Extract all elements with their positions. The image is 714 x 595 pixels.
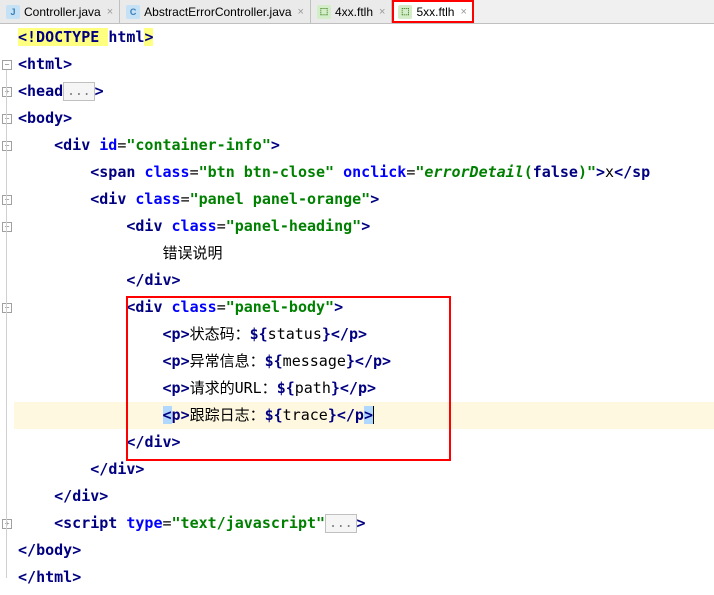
code-line: <div id="container-info"> (14, 132, 714, 159)
fold-marker[interactable]: − (2, 114, 12, 124)
code-line: <p>异常信息：${message}</p> (14, 348, 714, 375)
tab-label: 4xx.ftlh (335, 5, 373, 19)
fold-placeholder[interactable]: ... (63, 82, 94, 101)
code-line: <p>状态码：${status}</p> (14, 321, 714, 348)
code-line: <head...> (14, 78, 714, 105)
close-icon[interactable]: × (298, 6, 304, 18)
fold-marker[interactable]: − (2, 60, 12, 70)
code-line: </div> (14, 429, 714, 456)
code-line: <script type="text/javascript"...> (14, 510, 714, 537)
text-caret (373, 406, 374, 424)
fold-placeholder[interactable]: ... (325, 514, 356, 533)
fold-marker[interactable]: − (2, 195, 12, 205)
tab-4xx-ftlh[interactable]: ⬚ 4xx.ftlh × (311, 0, 392, 23)
ftlh-file-icon: ⬚ (317, 5, 331, 19)
code-editor[interactable]: <!DOCTYPE html> <html> <head...> <body> … (14, 24, 714, 595)
tab-5xx-ftlh[interactable]: ⬚ 5xx.ftlh × (392, 0, 473, 23)
fold-marker[interactable]: + (2, 519, 12, 529)
code-line: <p>请求的URL：${path}</p> (14, 375, 714, 402)
code-line: <div class="panel panel-orange"> (14, 186, 714, 213)
code-line: 错误说明 (14, 240, 714, 267)
fold-gutter: − + − − − − − + (0, 24, 14, 595)
tab-label: Controller.java (24, 5, 101, 19)
close-icon[interactable]: × (379, 6, 385, 18)
fold-marker[interactable]: + (2, 87, 12, 97)
code-line: <!DOCTYPE html> (14, 24, 714, 51)
code-line: <div class="panel-body"> (14, 294, 714, 321)
java-file-icon: J (6, 5, 20, 19)
tab-controller-java[interactable]: J Controller.java × (0, 0, 120, 23)
code-line: <html> (14, 51, 714, 78)
fold-marker[interactable]: − (2, 141, 12, 151)
close-icon[interactable]: × (460, 6, 466, 18)
code-line-current: <p>跟踪日志：${trace}</p> (14, 402, 714, 429)
tab-label: 5xx.ftlh (416, 5, 454, 19)
tab-label: AbstractErrorController.java (144, 5, 291, 19)
code-line: </html> (14, 564, 714, 591)
tab-abstracterrorcontroller-java[interactable]: C AbstractErrorController.java × (120, 0, 311, 23)
code-line: <div class="panel-heading"> (14, 213, 714, 240)
close-icon[interactable]: × (107, 6, 113, 18)
ftlh-file-icon: ⬚ (398, 5, 412, 19)
editor-tabs: J Controller.java × C AbstractErrorContr… (0, 0, 714, 24)
code-line: <span class="btn btn-close" onclick="err… (14, 159, 714, 186)
code-line: </div> (14, 456, 714, 483)
fold-marker[interactable]: − (2, 222, 12, 232)
code-line: </div> (14, 267, 714, 294)
code-line: </div> (14, 483, 714, 510)
code-line: </body> (14, 537, 714, 564)
fold-marker[interactable]: − (2, 303, 12, 313)
code-line: <body> (14, 105, 714, 132)
java-class-icon: C (126, 5, 140, 19)
